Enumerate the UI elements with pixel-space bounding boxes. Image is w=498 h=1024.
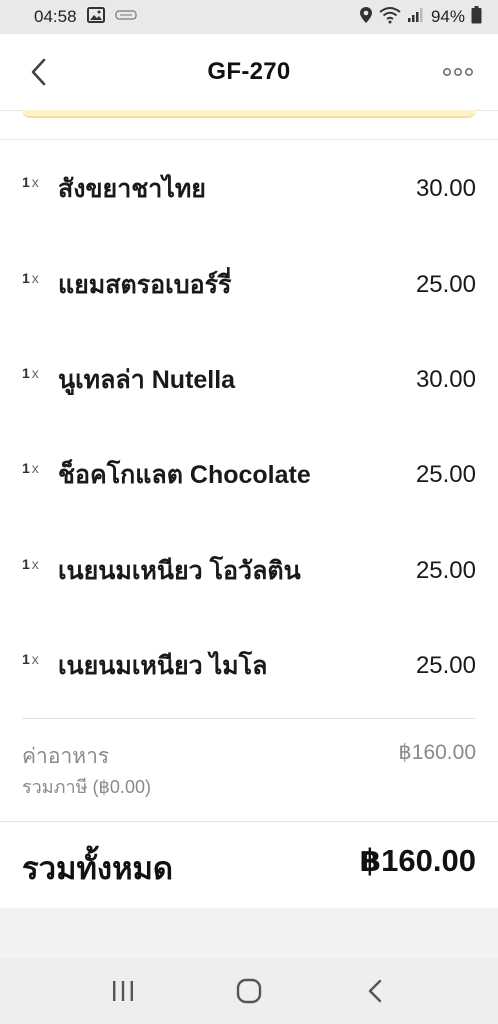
home-button[interactable]	[219, 966, 279, 1016]
system-back-button[interactable]	[345, 966, 405, 1016]
wifi-icon	[379, 6, 401, 29]
item-name: เนยนมเหนียว ไมโล	[58, 652, 268, 680]
status-right: 94%	[359, 5, 482, 29]
item-quantity: 1x	[22, 651, 58, 667]
system-nav-bar	[0, 958, 498, 1024]
quantity-number: 1	[22, 174, 30, 190]
item-price: 25.00	[415, 271, 476, 298]
quantity-x: x	[31, 270, 39, 286]
status-time: 04:58	[34, 7, 77, 26]
item-price: 25.00	[415, 461, 476, 488]
section-divider	[0, 139, 498, 140]
item-name: แยมสตรอเบอร์รี่	[58, 271, 232, 299]
item-quantity: 1x	[22, 556, 58, 572]
item-price: 30.00	[415, 175, 476, 202]
item-name: ช็อคโกแลต Chocolate	[58, 461, 311, 489]
gallery-icon	[86, 6, 105, 28]
page-title: GF-270	[207, 58, 291, 85]
grand-total-value: ฿160.00	[359, 843, 476, 878]
quantity-number: 1	[22, 460, 30, 476]
more-options-button[interactable]	[438, 56, 478, 88]
notification-icon	[114, 7, 137, 27]
item-name: เนยนมเหนียว โอวัลติน	[58, 557, 301, 585]
order-details: 1x สังขยาชาไทย 30.00 1x แยมสตรอเบอร์รี่ …	[0, 111, 498, 908]
food-cost-label: ค่าอาหาร	[22, 745, 110, 768]
tax-label: รวมภาษี (฿0.00)	[22, 777, 151, 797]
back-button[interactable]	[18, 52, 58, 92]
grand-total-label: รวมทั้งหมด	[22, 851, 174, 886]
quantity-x: x	[31, 460, 39, 476]
item-price: 30.00	[415, 366, 476, 393]
recent-apps-button[interactable]	[93, 966, 153, 1016]
order-item: 1x ช็อคโกแลต Chocolate 25.00	[22, 453, 476, 497]
order-item: 1x เนยนมเหนียว ไมโล 25.00	[22, 644, 476, 688]
quantity-x: x	[31, 174, 39, 190]
quantity-number: 1	[22, 365, 30, 381]
chevron-left-icon	[31, 58, 46, 86]
quantity-x: x	[31, 651, 39, 667]
battery-icon	[471, 5, 482, 29]
notice-strip	[22, 110, 476, 118]
more-dots-icon	[443, 68, 473, 76]
total-divider	[0, 821, 498, 822]
quantity-number: 1	[22, 651, 30, 667]
quantity-number: 1	[22, 270, 30, 286]
item-name: นูเทลล่า Nutella	[58, 366, 236, 394]
order-item: 1x สังขยาชาไทย 30.00	[22, 167, 476, 211]
battery-percent: 94%	[430, 7, 465, 26]
item-quantity: 1x	[22, 460, 58, 476]
item-quantity: 1x	[22, 174, 58, 190]
item-name: สังขยาชาไทย	[58, 175, 206, 203]
quantity-number: 1	[22, 556, 30, 572]
item-quantity: 1x	[22, 365, 58, 381]
back-icon	[368, 979, 382, 1003]
quantity-x: x	[31, 365, 39, 381]
order-item: 1x แยมสตรอเบอร์รี่ 25.00	[22, 263, 476, 307]
item-price: 25.00	[415, 652, 476, 679]
food-cost-value: ฿160.00	[398, 741, 476, 764]
list-divider	[22, 718, 476, 719]
status-left: 04:58	[34, 6, 137, 28]
quantity-x: x	[31, 556, 39, 572]
signal-icon	[407, 7, 425, 28]
home-icon	[236, 978, 262, 1004]
item-quantity: 1x	[22, 270, 58, 286]
status-bar: 04:58 94%	[0, 0, 498, 34]
order-item: 1x นูเทลล่า Nutella 30.00	[22, 358, 476, 402]
app-header: GF-270	[0, 34, 498, 110]
recent-apps-icon	[113, 981, 133, 1001]
item-price: 25.00	[415, 557, 476, 584]
location-icon	[359, 6, 373, 29]
order-item: 1x เนยนมเหนียว โอวัลติน 25.00	[22, 549, 476, 593]
